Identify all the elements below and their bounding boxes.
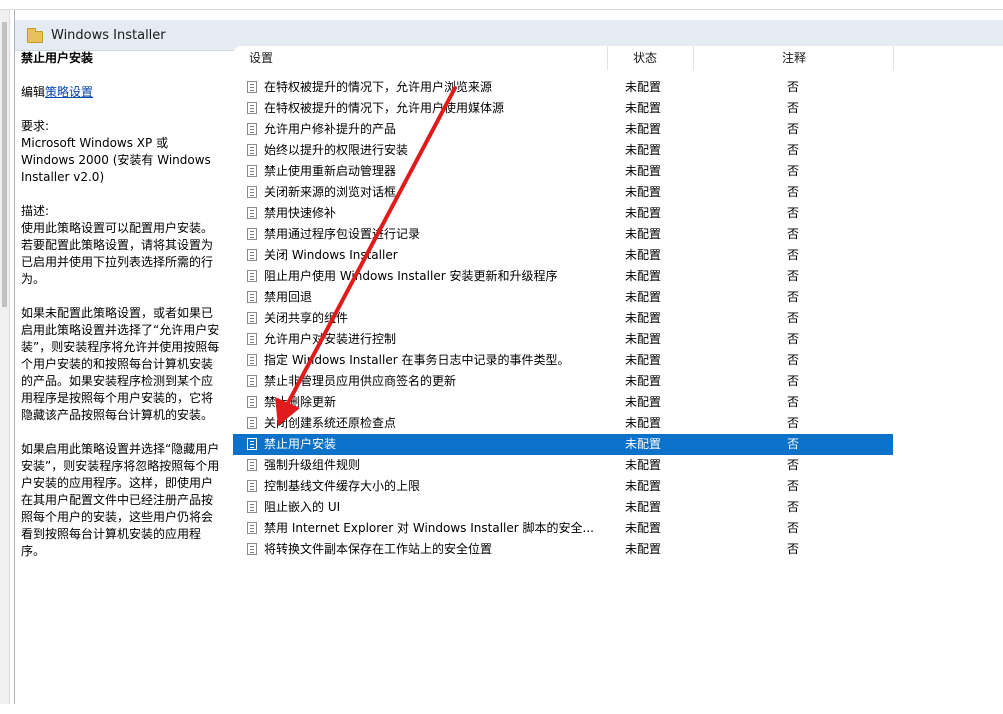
annotation-arrow xyxy=(275,86,457,426)
arrow-shaft xyxy=(285,86,457,407)
